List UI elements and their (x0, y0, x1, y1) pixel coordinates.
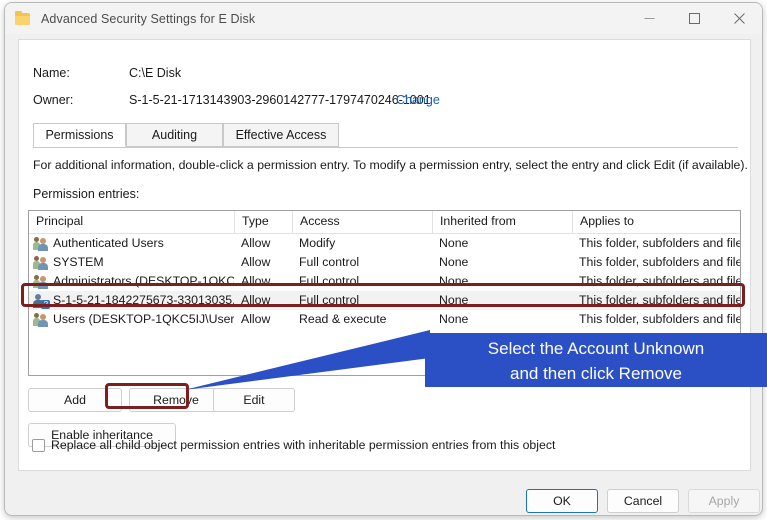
group-icon (33, 236, 49, 251)
row-access: Full control (299, 293, 360, 307)
minimize-icon[interactable] (627, 3, 672, 34)
close-icon[interactable] (717, 3, 762, 34)
row-inherited-from: None (439, 255, 469, 269)
table-row[interactable]: SYSTEM Allow Full control None This fold… (29, 253, 740, 272)
add-button[interactable]: Add (28, 388, 122, 412)
column-header-principal[interactable]: Principal (29, 211, 234, 233)
owner-label: Owner: (33, 93, 74, 107)
group-icon (33, 255, 49, 270)
info-text: For additional information, double-click… (33, 158, 748, 172)
group-icon (33, 274, 49, 289)
table-header-row: Principal Type Access Inherited from App… (29, 211, 740, 234)
permission-entries-label: Permission entries: (33, 187, 140, 201)
row-inherited-from: None (439, 274, 469, 288)
row-type: Allow (241, 312, 271, 326)
column-header-access[interactable]: Access (292, 211, 432, 233)
column-header-inherited-from[interactable]: Inherited from (432, 211, 572, 233)
row-principal: Administrators (DESKTOP-1OKC... (29, 272, 234, 291)
window-controls (627, 3, 762, 34)
row-principal-text: SYSTEM (53, 255, 104, 269)
cancel-button[interactable]: Cancel (607, 489, 679, 513)
row-inherited-from: None (439, 236, 469, 250)
row-access: Full control (299, 274, 360, 288)
row-principal: Users (DESKTOP-1QKC5IJ\Users) (29, 310, 234, 329)
table-row[interactable]: Users (DESKTOP-1QKC5IJ\Users) Allow Read… (29, 310, 740, 329)
remove-button[interactable]: Remove (129, 388, 223, 412)
maximize-icon[interactable] (672, 3, 717, 34)
column-header-type[interactable]: Type (234, 211, 292, 233)
ok-button[interactable]: OK (526, 489, 598, 513)
row-principal-text: S-1-5-21-1842275673-33013035... (53, 293, 234, 307)
replace-permissions-label: Replace all child object permission entr… (51, 438, 556, 452)
row-principal: ? S-1-5-21-1842275673-33013035... (29, 291, 234, 310)
client-panel: Name: C:\E Disk Owner: S-1-5-21-17131439… (18, 39, 751, 471)
window-title: Advanced Security Settings for E Disk (41, 11, 256, 26)
column-header-applies-to[interactable]: Applies to (572, 211, 740, 233)
title-bar: Advanced Security Settings for E Disk (5, 3, 762, 34)
row-access: Full control (299, 255, 360, 269)
tab-effective-access[interactable]: Effective Access (223, 123, 339, 147)
row-applies-to: This folder, subfolders and files (579, 255, 741, 269)
row-type: Allow (241, 274, 271, 288)
table-row-selected[interactable]: ? S-1-5-21-1842275673-33013035... Allow … (29, 291, 740, 310)
tab-strip: Permissions Auditing Effective Access (33, 123, 738, 148)
edit-button[interactable]: Edit (213, 388, 295, 412)
row-inherited-from: None (439, 293, 469, 307)
row-principal-text: Administrators (DESKTOP-1OKC... (53, 274, 234, 288)
row-inherited-from: None (439, 312, 469, 326)
row-type: Allow (241, 293, 271, 307)
table-row[interactable]: Administrators (DESKTOP-1OKC... Allow Fu… (29, 272, 740, 291)
folder-icon (15, 10, 31, 27)
permission-entries-list[interactable]: Principal Type Access Inherited from App… (28, 210, 741, 376)
replace-permissions-checkbox[interactable] (32, 438, 45, 452)
group-icon (33, 312, 49, 327)
change-owner-link[interactable]: Change (396, 93, 440, 107)
apply-button: Apply (688, 489, 760, 513)
row-applies-to: This folder, subfolders and files (579, 274, 741, 288)
row-principal-text: Authenticated Users (53, 236, 164, 250)
row-access: Read & execute (299, 312, 387, 326)
row-access: Modify (299, 236, 336, 250)
name-value: C:\E Disk (129, 66, 182, 80)
row-type: Allow (241, 236, 271, 250)
unknown-account-icon: ? (33, 293, 50, 309)
owner-value: S-1-5-21-1713143903-2960142777-179747024… (129, 93, 431, 107)
table-row[interactable]: Authenticated Users Allow Modify None Th… (29, 234, 740, 253)
row-principal-text: Users (DESKTOP-1QKC5IJ\Users) (53, 312, 234, 326)
tab-auditing[interactable]: Auditing (126, 123, 223, 147)
advanced-security-settings-window: Advanced Security Settings for E Disk Na… (4, 2, 763, 516)
name-label: Name: (33, 66, 70, 80)
row-applies-to: This folder, subfolders and files (579, 236, 741, 250)
row-applies-to: This folder, subfolders and files (579, 312, 741, 326)
row-principal: SYSTEM (29, 253, 234, 272)
replace-permissions-row[interactable]: Replace all child object permission entr… (32, 438, 555, 452)
row-principal: Authenticated Users (29, 234, 234, 253)
tab-permissions[interactable]: Permissions (33, 123, 126, 147)
row-applies-to: This folder, subfolders and files (579, 293, 741, 307)
row-type: Allow (241, 255, 271, 269)
